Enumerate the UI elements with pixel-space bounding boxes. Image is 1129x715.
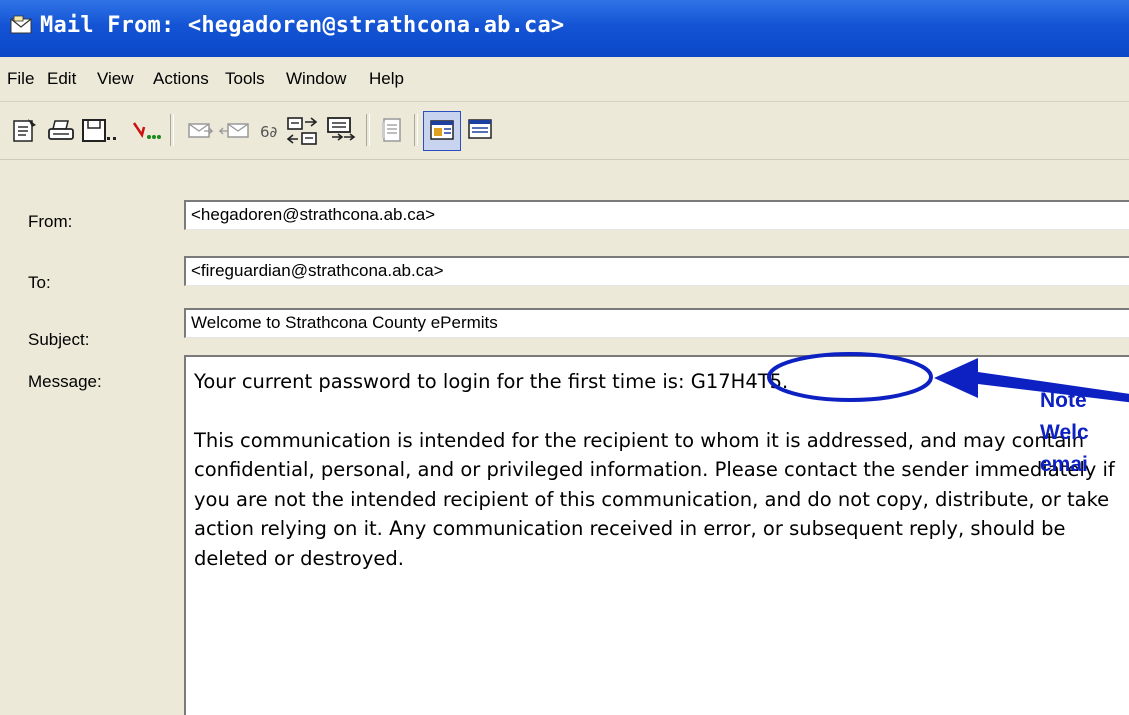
password-highlight-ellipse xyxy=(767,352,933,402)
annotation-line-3: emai xyxy=(1040,452,1088,476)
save-icon[interactable] xyxy=(80,115,120,145)
toolbar: 6∂ xyxy=(0,102,1129,160)
svg-text:6∂: 6∂ xyxy=(260,123,278,141)
menu-edit[interactable]: Edit xyxy=(47,69,76,89)
annotation-line-1: Note xyxy=(1040,389,1087,412)
to-field[interactable]: <fireguardian@strathcona.ab.ca> xyxy=(184,256,1129,286)
message-label: Message: xyxy=(28,372,102,391)
attachments-icon[interactable] xyxy=(285,115,319,145)
reply-all-icon[interactable] xyxy=(218,115,250,145)
message-form: From: <hegadoren@strathcona.ab.ca> To: <… xyxy=(0,160,1129,715)
annotation-note: Note Welc emai xyxy=(1040,385,1129,480)
menu-window[interactable]: Window xyxy=(286,69,346,89)
toolbar-separator xyxy=(414,114,418,146)
message-disclaimer: This communication is intended for the r… xyxy=(194,428,1115,570)
window-title: Mail From: <hegadoren@strathcona.ab.ca> xyxy=(40,13,565,38)
address-book-icon[interactable] xyxy=(380,115,406,145)
subject-label: Subject: xyxy=(28,330,90,349)
from-label: From: xyxy=(28,212,73,231)
forward-icon[interactable]: 6∂ xyxy=(258,115,282,145)
menu-file[interactable]: File xyxy=(7,69,34,89)
to-label: To: xyxy=(28,273,51,292)
message-body-field[interactable]: Your current password to login for the f… xyxy=(184,355,1129,715)
annotation-line-2: Welc xyxy=(1040,420,1089,444)
menu-view[interactable]: View xyxy=(97,69,134,89)
subject-field[interactable]: Welcome to Strathcona County ePermits xyxy=(184,308,1129,338)
title-bar: Mail From: <hegadoren@strathcona.ab.ca> xyxy=(0,0,1129,57)
from-field[interactable]: <hegadoren@strathcona.ab.ca> xyxy=(184,200,1129,230)
toolbar-separator xyxy=(366,114,370,146)
properties-icon[interactable] xyxy=(10,115,40,145)
mail-envelope-icon xyxy=(10,15,32,34)
menu-tools[interactable]: Tools xyxy=(225,69,265,89)
view-preview-icon[interactable] xyxy=(465,115,495,145)
reply-icon[interactable] xyxy=(184,115,214,145)
print-icon[interactable] xyxy=(46,115,76,145)
menu-actions[interactable]: Actions xyxy=(153,69,209,89)
toolbar-separator xyxy=(170,114,174,146)
organize-icon[interactable] xyxy=(324,115,358,145)
menu-help[interactable]: Help xyxy=(369,69,404,89)
menu-bar: File Edit View Actions Tools Window Help xyxy=(0,57,1129,102)
forward-recipients-icon[interactable] xyxy=(130,115,162,145)
view-normal-icon[interactable] xyxy=(423,111,461,151)
